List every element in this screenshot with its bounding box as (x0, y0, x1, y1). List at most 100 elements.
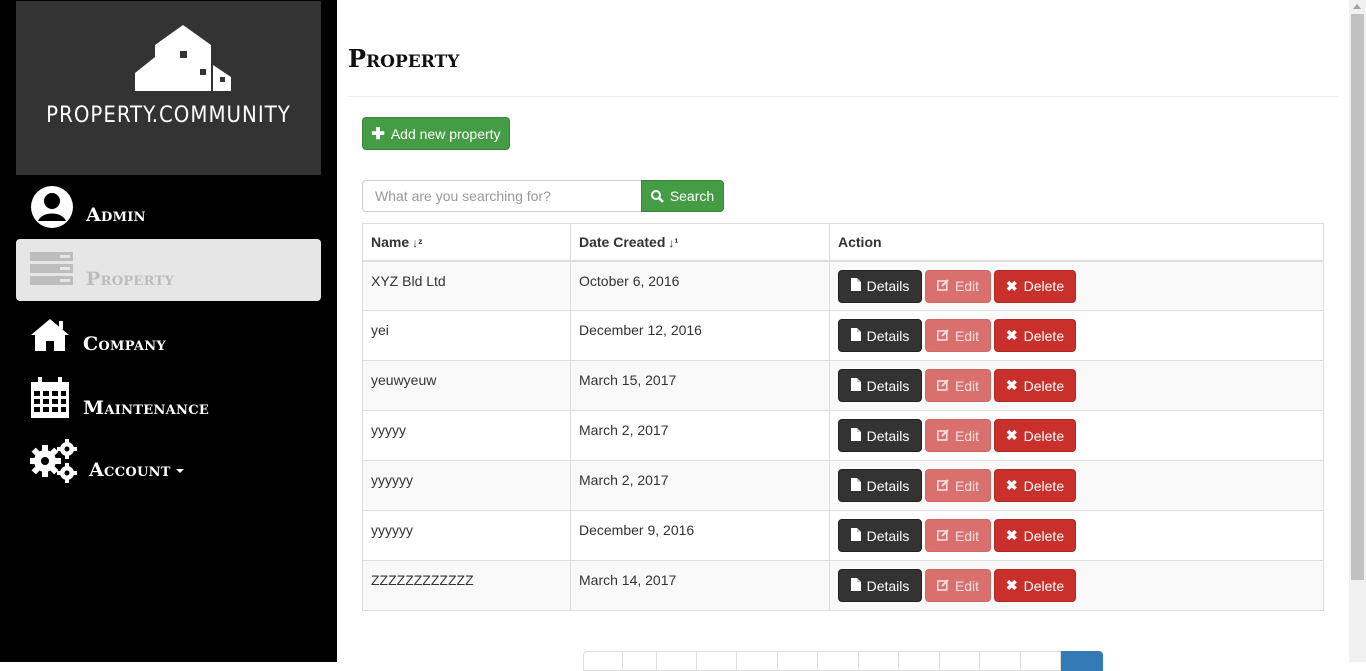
edit-button[interactable]: Edit (925, 419, 991, 452)
delete-button[interactable]: ✖ Delete (994, 569, 1076, 602)
cell-date-created: December 12, 2016 (570, 310, 830, 361)
delete-button[interactable]: ✖ Delete (994, 319, 1076, 352)
details-button[interactable]: Details (838, 519, 922, 552)
table-row: XYZ Bld Ltd October 6, 2016 Details Edit ✖ De… (362, 260, 1324, 311)
close-icon: ✖ (1005, 527, 1018, 543)
column-header-name[interactable]: Name ↓ᶻ (362, 223, 571, 262)
edit-button[interactable]: Edit (925, 569, 991, 602)
column-header-action: Action (829, 223, 1324, 262)
close-icon: ✖ (1005, 427, 1018, 443)
cell-name: yyyyyy (362, 510, 571, 561)
edit-button[interactable]: Edit (925, 319, 991, 352)
sort-numeric-icon: ↓¹ (668, 235, 679, 250)
cell-date-created: October 6, 2016 (570, 260, 830, 311)
cell-date-created: December 9, 2016 (570, 510, 830, 561)
edit-icon (936, 378, 949, 394)
cell-actions: Details Edit ✖ Delete (829, 310, 1324, 361)
sort-alpha-icon: ↓ᶻ (412, 235, 423, 250)
edit-button[interactable]: Edit (925, 269, 991, 303)
sidebar-item-property[interactable]: Property (16, 239, 321, 301)
page-link[interactable] (657, 651, 697, 671)
sidebar-item-account[interactable]: Account (16, 436, 321, 498)
sidebar: PROPERTY.COMMUNITY Admin Property Compan… (0, 0, 337, 662)
delete-button[interactable]: ✖ Delete (994, 519, 1076, 552)
delete-button[interactable]: ✖ Delete (994, 469, 1076, 502)
page-link[interactable] (623, 651, 657, 671)
cell-actions: Details Edit ✖ Delete (829, 410, 1324, 461)
edit-icon (936, 478, 949, 494)
edit-button[interactable]: Edit (925, 469, 991, 502)
details-button[interactable]: Details (838, 269, 922, 303)
brand-name: PROPERTY.COMMUNITY (46, 103, 291, 128)
page-link[interactable] (859, 651, 899, 671)
server-icon (30, 252, 73, 285)
page-link[interactable] (899, 651, 940, 671)
edit-icon (936, 278, 949, 294)
cell-actions: Details Edit ✖ Delete (829, 460, 1324, 511)
cell-date-created: March 2, 2017 (570, 410, 830, 461)
delete-button[interactable]: ✖ Delete (994, 269, 1076, 303)
cell-actions: Details Edit ✖ Delete (829, 560, 1324, 611)
sidebar-item-company[interactable]: Company (16, 308, 321, 370)
user-circle-icon (31, 186, 73, 228)
details-button[interactable]: Details (838, 419, 922, 452)
search-input[interactable] (362, 180, 642, 212)
cell-actions: Details Edit ✖ Delete (829, 260, 1324, 311)
brand-logo[interactable]: PROPERTY.COMMUNITY (16, 1, 321, 175)
table-row: yei December 12, 2016 Details Edit ✖ Delete (362, 310, 1324, 361)
pagination (583, 651, 1103, 671)
scrollbar[interactable] (1349, 0, 1366, 662)
page-link[interactable] (1021, 651, 1061, 671)
table-row: ZZZZZZZZZZZZ March 14, 2017 Details Edit ✖ De… (362, 560, 1324, 611)
add-new-property-button[interactable]: ✚ Add new property (362, 117, 510, 150)
cell-date-created: March 2, 2017 (570, 460, 830, 511)
sidebar-item-label: Account (89, 459, 171, 481)
close-icon: ✖ (1005, 477, 1018, 493)
scrollbar-thumb[interactable] (1351, 14, 1364, 580)
details-button[interactable]: Details (838, 369, 922, 402)
cell-actions: Details Edit ✖ Delete (829, 510, 1324, 561)
close-icon: ✖ (1005, 377, 1018, 393)
account-dropdown-toggle[interactable]: Account (89, 459, 184, 481)
sidebar-item-admin[interactable]: Admin (16, 182, 321, 244)
add-new-property-label: Add new property (390, 125, 501, 142)
calendar-icon (31, 377, 69, 418)
cell-name: XYZ Bld Ltd (362, 260, 571, 311)
table-row: yyyyyy March 2, 2017 Details Edit ✖ Delete (362, 460, 1324, 511)
page-link-active[interactable] (1061, 651, 1103, 671)
page-link[interactable] (583, 651, 623, 671)
scroll-up-arrow-icon[interactable] (1353, 4, 1361, 9)
file-icon (850, 327, 861, 344)
page-link[interactable] (778, 651, 818, 671)
cell-actions: Details Edit ✖ Delete (829, 360, 1324, 411)
page-link[interactable] (818, 651, 859, 671)
home-icon (31, 319, 69, 351)
page-link[interactable] (697, 651, 737, 671)
close-icon: ✖ (1005, 277, 1018, 294)
file-icon (850, 577, 861, 594)
details-button[interactable]: Details (838, 569, 922, 602)
search-button[interactable]: Search (641, 180, 724, 212)
divider (348, 96, 1338, 97)
page-link[interactable] (940, 651, 980, 671)
details-button[interactable]: Details (838, 469, 922, 502)
edit-button[interactable]: Edit (925, 519, 991, 552)
plus-icon: ✚ (371, 125, 385, 143)
sidebar-item-label: Admin (86, 204, 146, 226)
caret-down-icon (175, 469, 184, 473)
close-icon: ✖ (1005, 327, 1018, 343)
cell-date-created: March 14, 2017 (570, 560, 830, 611)
file-icon (850, 427, 861, 444)
details-button[interactable]: Details (838, 319, 922, 352)
edit-icon (936, 328, 949, 344)
table-row: yeuwyeuw March 15, 2017 Details Edit ✖ Delete (362, 360, 1324, 411)
cell-name: yei (362, 310, 571, 361)
column-header-date-created[interactable]: Date Created ↓¹ (570, 223, 830, 262)
delete-button[interactable]: ✖ Delete (994, 419, 1076, 452)
page-link[interactable] (737, 651, 778, 671)
page-link[interactable] (980, 651, 1021, 671)
file-icon (850, 377, 861, 394)
sidebar-item-maintenance[interactable]: Maintenance (16, 372, 321, 434)
edit-button[interactable]: Edit (925, 369, 991, 402)
delete-button[interactable]: ✖ Delete (994, 369, 1076, 402)
